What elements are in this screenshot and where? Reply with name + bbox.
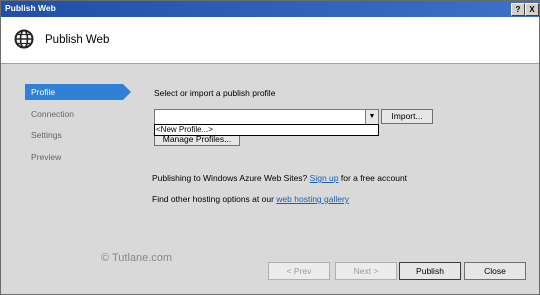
sign-up-link[interactable]: Sign up — [310, 173, 339, 183]
window-title: Publish Web — [5, 3, 56, 13]
title-bar[interactable]: Publish Web ? X — [1, 1, 539, 17]
header-title: Publish Web — [45, 34, 110, 46]
publish-web-dialog: Publish Web ? X Publish Web Profile Conn… — [0, 0, 540, 295]
active-arrow-icon — [123, 84, 131, 100]
globe-icon — [14, 29, 34, 49]
nav-item-preview[interactable]: Preview — [25, 149, 123, 165]
azure-suffix: for a free account — [340, 173, 408, 183]
close-button[interactable]: Close — [464, 262, 526, 280]
nav-item-label: Preview — [31, 152, 62, 162]
publish-button[interactable]: Publish — [399, 262, 461, 280]
nav-item-label: Profile — [31, 87, 56, 97]
next-button[interactable]: Next > — [335, 262, 397, 280]
nav-item-settings[interactable]: Settings — [25, 127, 123, 143]
hosting-gallery-link[interactable]: web hosting gallery — [276, 194, 349, 204]
hosting-text: Find other hosting options at our — [152, 194, 274, 204]
azure-text: Publishing to Windows Azure Web Sites? — [152, 173, 308, 183]
watermark: © Tutlane.com — [101, 252, 173, 264]
profile-prompt: Select or import a publish profile — [154, 88, 276, 98]
help-button[interactable]: ? — [511, 3, 525, 16]
azure-signup-text: Publishing to Windows Azure Web Sites? S… — [152, 173, 407, 183]
nav-item-connection[interactable]: Connection — [25, 106, 123, 122]
nav-item-label: Settings — [31, 130, 62, 140]
dialog-header: Publish Web — [1, 17, 539, 64]
dialog-content: Profile Connection Settings Preview Sele… — [1, 64, 539, 294]
new-profile-option[interactable]: <New Profile...> — [156, 125, 213, 135]
nav-item-label: Connection — [31, 109, 75, 119]
prev-button[interactable]: < Prev — [268, 262, 330, 280]
nav-item-profile[interactable]: Profile — [25, 84, 131, 100]
profile-combobox[interactable]: ▼ — [154, 109, 379, 125]
import-button[interactable]: Import... — [381, 109, 433, 124]
chevron-down-icon[interactable]: ▼ — [365, 110, 378, 124]
close-window-button[interactable]: X — [525, 3, 539, 16]
profile-dropdown-list: <New Profile...> — [154, 124, 379, 136]
hosting-options-text: Find other hosting options at our web ho… — [152, 194, 349, 204]
